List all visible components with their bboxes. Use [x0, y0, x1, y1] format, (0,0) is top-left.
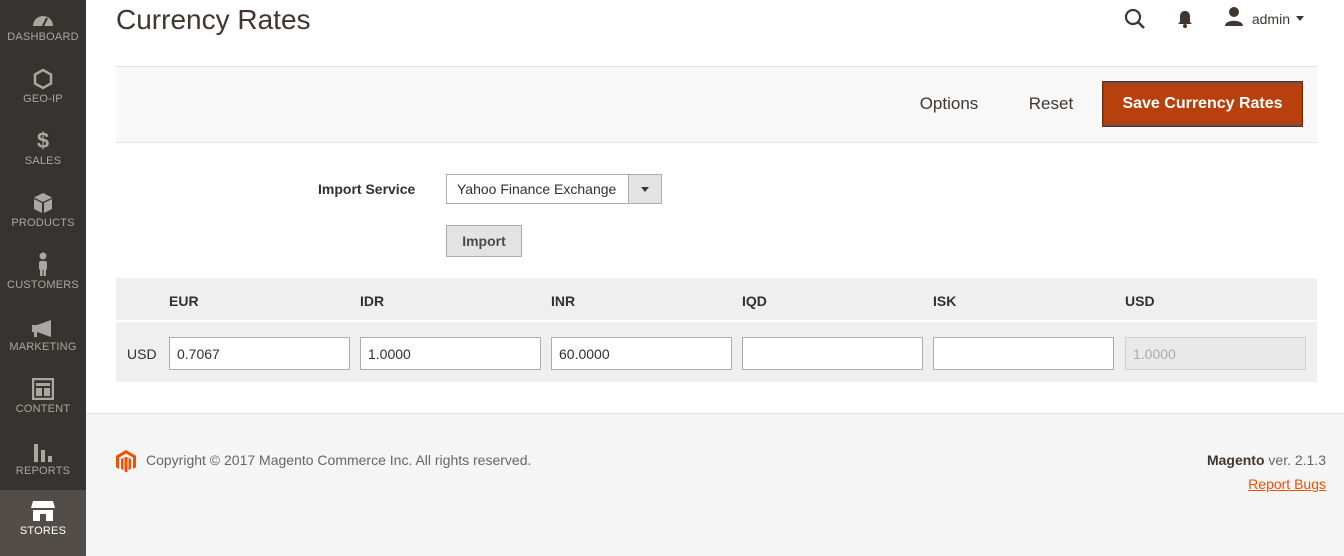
import-service-select[interactable]: Yahoo Finance Exchange	[446, 174, 662, 204]
import-service-label: Import Service	[318, 181, 416, 197]
nav-label: CUSTOMERS	[7, 279, 79, 291]
page-footer: Copyright © 2017 Magento Commerce Inc. A…	[86, 413, 1344, 556]
currency-rates-table: EUR IDR INR IQD ISK USD USD 0.7067 1.000…	[116, 278, 1317, 382]
person-icon	[36, 248, 50, 276]
user-name: admin	[1251, 10, 1290, 27]
column-header: IQD	[742, 293, 767, 309]
rate-input-eur[interactable]: 0.7067	[169, 337, 350, 370]
version-text: Magento ver. 2.1.3	[1207, 452, 1326, 468]
import-service-value: Yahoo Finance Exchange	[457, 181, 617, 197]
reset-button[interactable]: Reset	[1016, 81, 1086, 127]
chevron-down-icon	[628, 175, 661, 203]
search-icon[interactable]	[1124, 8, 1146, 30]
main-content: Currency Rates admin Options Reset Save …	[86, 0, 1344, 413]
dashboard-icon	[31, 0, 55, 28]
box-icon	[33, 186, 53, 214]
page-actions-bar: Options Reset Save Currency Rates	[116, 66, 1317, 143]
import-button[interactable]: Import	[446, 225, 522, 257]
column-header: IDR	[360, 293, 385, 309]
rate-input-inr[interactable]: 60.0000	[551, 337, 732, 370]
layout-icon	[32, 372, 54, 400]
version-number: ver. 2.1.3	[1268, 452, 1326, 468]
row-label: USD	[127, 346, 157, 362]
nav-label: DASHBOARD	[7, 31, 79, 43]
hexagon-icon	[33, 62, 53, 90]
rate-input-idr[interactable]: 1.0000	[360, 337, 541, 370]
nav-item-customers[interactable]: CUSTOMERS	[0, 248, 86, 310]
nav-label: GEO-IP	[23, 93, 63, 105]
nav-label: SALES	[24, 155, 62, 167]
rate-input-iqd[interactable]	[742, 337, 923, 370]
dollar-icon: $	[36, 128, 50, 153]
column-header: USD	[1125, 293, 1155, 309]
nav-label: REPORTS	[15, 465, 71, 477]
user-icon	[1224, 6, 1244, 31]
bell-icon[interactable]	[1176, 9, 1194, 29]
rate-input-isk[interactable]	[933, 337, 1114, 370]
save-currency-rates-button[interactable]: Save Currency Rates	[1102, 81, 1303, 127]
user-menu[interactable]: admin	[1224, 6, 1304, 31]
magento-logo-icon	[116, 450, 136, 478]
nav-label: MARKETING	[9, 341, 77, 353]
table-header: EUR IDR INR IQD ISK USD	[116, 278, 1317, 322]
brand-name: Magento	[1206, 452, 1265, 468]
rate-input-usd: 1.0000	[1125, 337, 1306, 370]
nav-label: PRODUCTS	[11, 217, 75, 229]
megaphone-icon	[31, 310, 55, 338]
nav-item-sales[interactable]: $ SALES	[0, 124, 86, 186]
column-header: ISK	[933, 293, 957, 309]
options-button[interactable]: Options	[902, 81, 996, 127]
nav-label: STORES	[19, 525, 67, 537]
nav-item-content[interactable]: CONTENT	[0, 372, 86, 434]
nav-item-products[interactable]: PRODUCTS	[0, 186, 86, 248]
admin-sidebar: DASHBOARD GEO-IP $ SALES PRODUCTS CUSTOM…	[0, 0, 86, 556]
column-header: EUR	[169, 293, 199, 309]
bar-chart-icon	[32, 434, 54, 462]
nav-item-stores[interactable]: STORES	[0, 490, 86, 556]
nav-item-marketing[interactable]: MARKETING	[0, 310, 86, 372]
page-title: Currency Rates	[116, 4, 311, 35]
copyright-text: Copyright © 2017 Magento Commerce Inc. A…	[146, 452, 532, 468]
store-icon	[30, 490, 56, 522]
nav-label: CONTENT	[15, 403, 71, 415]
nav-item-dashboard[interactable]: DASHBOARD	[0, 0, 86, 62]
chevron-down-icon	[1296, 16, 1304, 21]
nav-item-reports[interactable]: REPORTS	[0, 434, 86, 496]
report-bugs-link[interactable]: Report Bugs	[1248, 476, 1326, 492]
header-actions: admin	[1124, 6, 1304, 31]
column-header: INR	[551, 293, 576, 309]
nav-item-geo-ip[interactable]: GEO-IP	[0, 62, 86, 124]
